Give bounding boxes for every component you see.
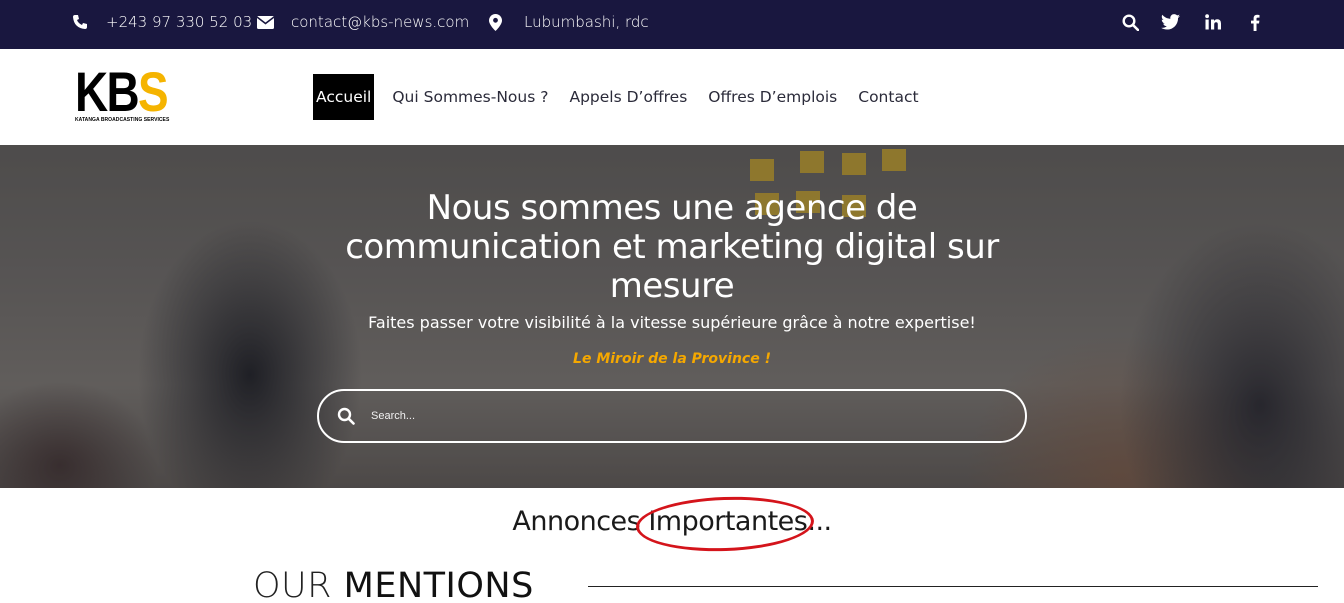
hero-tagline: Le Miroir de la Province ! bbox=[573, 351, 771, 367]
main-nav: Accueil Qui Sommes-Nous ? Appels D’offre… bbox=[313, 74, 937, 120]
nav-item-appels-doffres[interactable]: Appels D’offres bbox=[566, 74, 690, 120]
search-input[interactable] bbox=[371, 410, 971, 422]
twitter-icon[interactable] bbox=[1160, 12, 1180, 32]
logo-wordmark: KBS bbox=[75, 60, 169, 123]
kbs-logo[interactable]: KBS KATANGA BROADCASTING SERVICES bbox=[75, 60, 185, 127]
nav-item-offres-demplois[interactable]: Offres D’emplois bbox=[705, 74, 840, 120]
phone-icon bbox=[70, 12, 90, 32]
hero-search-box[interactable] bbox=[317, 389, 1027, 443]
site-header: KBS KATANGA BROADCASTING SERVICES Accuei… bbox=[0, 49, 1344, 145]
email-link[interactable]: contact@kbs-news.com bbox=[291, 0, 469, 43]
facebook-icon[interactable] bbox=[1245, 12, 1265, 32]
nav-item-accueil[interactable]: Accueil bbox=[313, 74, 375, 120]
nav-item-contact[interactable]: Contact bbox=[855, 74, 921, 120]
map-marker-icon bbox=[485, 12, 505, 32]
hero-title: Nous sommes une agence de communication … bbox=[345, 188, 999, 306]
phone-number[interactable]: +243 97 330 52 03 bbox=[106, 0, 252, 43]
location-text: Lubumbashi, rdc bbox=[524, 12, 649, 31]
logo-subtitle: KATANGA BROADCASTING SERVICES bbox=[75, 117, 170, 123]
linkedin-icon[interactable] bbox=[1203, 12, 1223, 32]
mentions-heading: OUR MENTIONS bbox=[253, 566, 534, 603]
envelope-icon bbox=[255, 12, 275, 32]
hero-banner: Nous sommes une agence de communication … bbox=[0, 145, 1344, 488]
search-icon[interactable] bbox=[1120, 12, 1140, 32]
search-icon bbox=[337, 407, 355, 425]
nav-item-qui-sommes-nous[interactable]: Qui Sommes-Nous ? bbox=[389, 74, 551, 120]
top-bar: +243 97 330 52 03 contact@kbs-news.com L… bbox=[0, 0, 1344, 49]
highlight-circle bbox=[635, 493, 815, 555]
section-divider bbox=[588, 586, 1318, 587]
hero-subtitle: Faites passer votre visibilité à la vite… bbox=[368, 313, 976, 332]
